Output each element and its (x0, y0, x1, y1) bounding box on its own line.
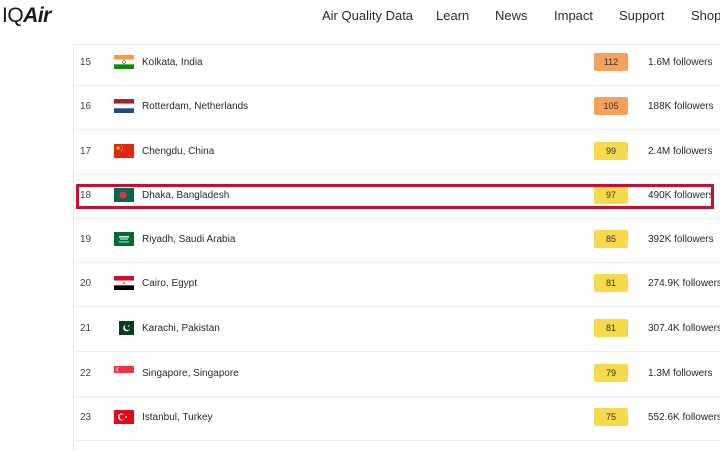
nav-impact[interactable]: Impact (554, 8, 593, 23)
city-name[interactable]: Istanbul, Turkey (142, 397, 213, 439)
nav-shop[interactable]: Shop (691, 8, 720, 23)
city-name[interactable]: Kolkata, India (142, 42, 203, 84)
aqi-badge: 105 (594, 97, 628, 115)
rank-number: 18 (80, 190, 92, 201)
bangladesh-flag-icon (114, 188, 134, 202)
city-row[interactable]: 15 Kolkata, India 112 1.6M followers (73, 42, 720, 86)
rank-number: 20 (80, 278, 92, 289)
rank-number: 21 (80, 323, 92, 334)
followers-count: 188K followers (648, 101, 714, 112)
site-header: IQAir Air Quality Data Learn News Impact… (0, 0, 720, 36)
aqi-badge: 99 (594, 142, 628, 160)
aqi-badge: 112 (594, 53, 628, 71)
rank-number: 23 (80, 412, 92, 423)
rank-number: 19 (80, 234, 92, 245)
rank-number: 22 (80, 368, 92, 379)
followers-count: 1.3M followers (648, 368, 713, 379)
city-name[interactable]: Singapore, Singapore (142, 353, 239, 395)
nav-learn[interactable]: Learn (436, 8, 469, 23)
turkey-flag-icon (114, 410, 134, 424)
city-row[interactable]: 22 Singapore, Singapore 79 1.3M followers (73, 353, 720, 397)
aqi-badge: 85 (594, 230, 628, 248)
aqi-badge: 75 (594, 408, 628, 426)
singapore-flag-icon (114, 366, 134, 380)
egypt-flag-icon (114, 276, 134, 290)
rank-number: 16 (80, 101, 92, 112)
followers-count: 552.6K followers (648, 412, 720, 423)
city-row[interactable]: 19 Riyadh, Saudi Arabia 85 392K followers (73, 219, 720, 263)
aqi-badge: 97 (594, 186, 628, 204)
city-row[interactable]: 16 Rotterdam, Netherlands 105 188K follower… (73, 86, 720, 130)
followers-count: 274.9K followers (648, 278, 720, 289)
followers-count: 2.4M followers (648, 146, 713, 157)
city-row[interactable]: 21 Karachi, Pakistan 81 307.4K followers (73, 308, 720, 352)
india-flag-icon (114, 55, 134, 69)
city-row[interactable]: 20 Cairo, Egypt 81 274.9K followers (73, 263, 720, 307)
main-nav: Air Quality Data Learn News Impact Suppo… (0, 0, 720, 36)
nav-news[interactable]: News (495, 8, 528, 23)
aqi-badge: 79 (594, 364, 628, 382)
city-name[interactable]: Rotterdam, Netherlands (142, 86, 248, 128)
rank-number: 15 (80, 57, 92, 68)
aqi-badge: 81 (594, 274, 628, 292)
pakistan-flag-icon (114, 321, 134, 335)
aqi-badge: 81 (594, 319, 628, 337)
netherlands-flag-icon (114, 99, 134, 113)
nav-air-quality-data[interactable]: Air Quality Data (322, 8, 413, 23)
city-row[interactable]: 23 Istanbul, Turkey 75 552.6K followers (73, 397, 720, 441)
city-row[interactable]: 17 Chengdu, China 99 2.4M followers (73, 131, 720, 175)
city-name[interactable]: Dhaka, Bangladesh (142, 175, 229, 217)
city-name[interactable]: Karachi, Pakistan (142, 308, 220, 350)
china-flag-icon (114, 144, 134, 158)
city-row[interactable]: 18 Dhaka, Bangladesh 97 490K followers (73, 175, 720, 219)
city-name[interactable]: Cairo, Egypt (142, 263, 197, 305)
followers-count: 490K followers (648, 190, 714, 201)
city-name[interactable]: Chengdu, China (142, 131, 214, 173)
followers-count: 392K followers (648, 234, 714, 245)
nav-support[interactable]: Support (619, 8, 665, 23)
saudi-arabia-flag-icon (114, 232, 134, 246)
followers-count: 1.6M followers (648, 57, 713, 68)
followers-count: 307.4K followers (648, 323, 720, 334)
city-name[interactable]: Riyadh, Saudi Arabia (142, 219, 235, 261)
rank-number: 17 (80, 146, 92, 157)
